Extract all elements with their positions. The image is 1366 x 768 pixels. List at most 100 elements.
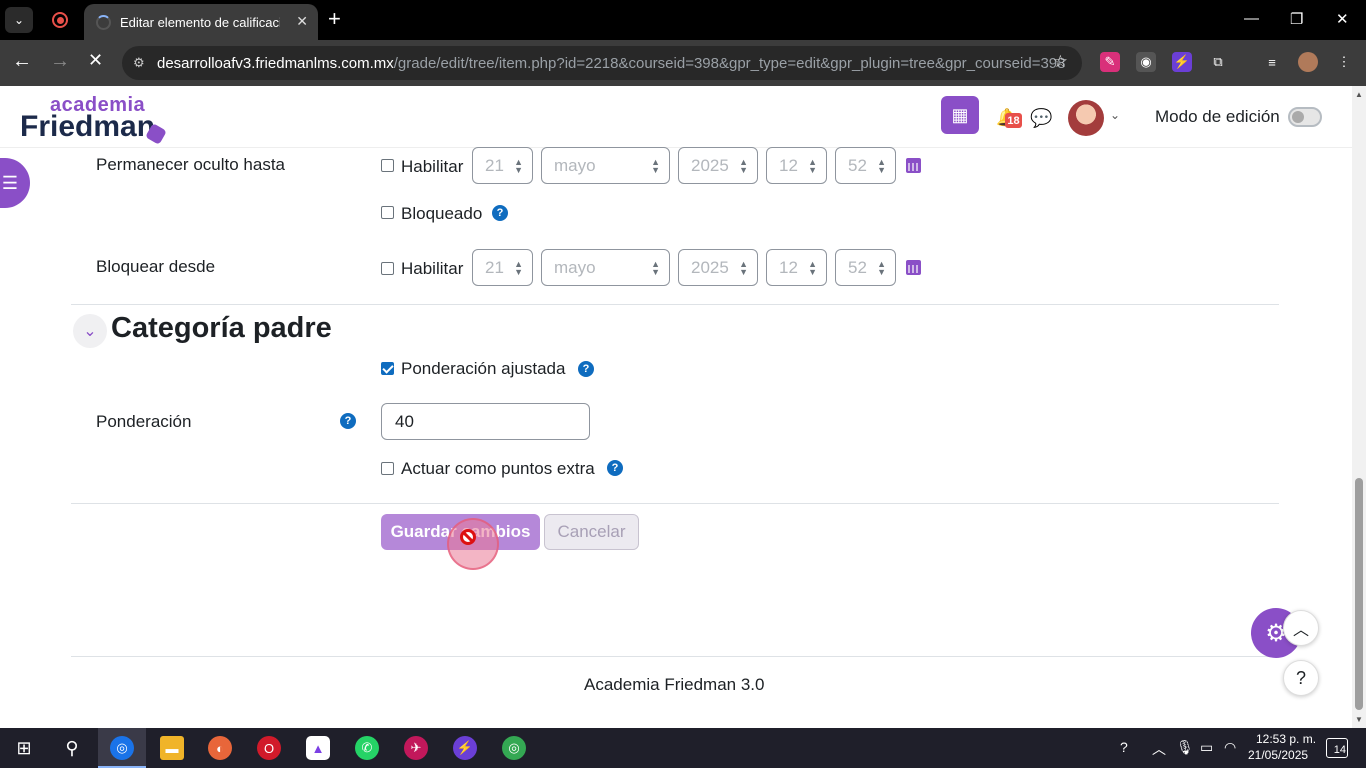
footer-text: Academia Friedman 3.0 — [584, 675, 765, 694]
help-icon[interactable]: ? — [607, 460, 623, 476]
site-logo[interactable]: academia Friedman — [20, 94, 180, 145]
select-value: 2025 — [691, 155, 729, 175]
clickup-icon[interactable]: ▲ — [306, 736, 330, 760]
bolt-app-icon[interactable]: ⚡ — [453, 736, 477, 760]
select-value: mayo — [554, 257, 596, 277]
section-title[interactable]: Categoría padre — [111, 312, 332, 345]
clock-time[interactable]: 12:53 p. m. — [1256, 732, 1316, 746]
chrome-icon[interactable]: ◎ — [110, 736, 134, 760]
url-path: /grade/edit/tree/item.php?id=2218&course… — [393, 54, 1066, 72]
scrollbar-thumb[interactable] — [1355, 478, 1363, 710]
user-avatar[interactable] — [1068, 100, 1104, 136]
hidden-until-hour-select[interactable]: 12 ▲ ▼ — [766, 147, 827, 184]
not-allowed-cursor-icon — [460, 529, 476, 545]
select-arrows-icon: ▲ ▼ — [877, 259, 886, 277]
cancel-button[interactable]: Cancelar — [544, 514, 639, 550]
hidden-until-month-select[interactable]: mayo ▲ ▼ — [541, 147, 670, 184]
lock-after-day-select[interactable]: 21 ▲ ▼ — [472, 249, 533, 286]
back-icon[interactable]: ← — [12, 50, 32, 73]
windows-start-icon[interactable]: ⊞ — [12, 736, 36, 760]
help-button[interactable]: ? — [1283, 660, 1319, 696]
edit-mode-toggle[interactable] — [1288, 107, 1322, 127]
weight-label: Ponderación — [96, 412, 192, 431]
site-header: academia Friedman ▦ 🔔 18 💬 ⌄ Modo de edi… — [0, 86, 1352, 148]
forward-icon[interactable]: → — [50, 50, 70, 73]
url-host: desarrolloafv3.friedmanlms.com.mx — [157, 54, 394, 72]
file-explorer-icon[interactable]: ▬ — [160, 736, 184, 760]
new-tab-icon[interactable]: + — [328, 8, 341, 30]
bookmark-star-icon[interactable]: ☆ — [1053, 52, 1068, 72]
chevron-up-icon[interactable]: ︿ — [1152, 739, 1166, 759]
chat-icon[interactable]: 💬 — [1030, 108, 1052, 129]
select-arrows-icon: ▲ ▼ — [514, 157, 523, 175]
search-icon[interactable]: ⚲ — [60, 736, 84, 760]
notification-center-icon[interactable]: 14 — [1326, 738, 1348, 758]
browser-menu-icon[interactable]: ⋮ — [1334, 52, 1354, 72]
calendar-icon[interactable] — [906, 158, 921, 173]
lock-after-enable-checkbox[interactable] — [381, 262, 394, 275]
section-divider — [71, 304, 1279, 305]
stop-loading-icon[interactable]: ✕ — [88, 50, 103, 71]
hidden-until-enable-checkbox[interactable] — [381, 159, 394, 172]
hidden-until-day-select[interactable]: 21 ▲ ▼ — [472, 147, 533, 184]
hidden-until-year-select[interactable]: 2025 ▲ ▼ — [678, 147, 758, 184]
adjusted-weight-checkbox[interactable] — [381, 362, 394, 375]
weight-input[interactable]: 40 — [381, 403, 590, 440]
record-icon[interactable] — [52, 12, 68, 28]
select-value: 2025 — [691, 257, 729, 277]
select-value: 52 — [848, 257, 867, 277]
clock-date[interactable]: 21/05/2025 — [1248, 748, 1308, 762]
tab-search-icon[interactable]: ⌄ — [5, 7, 33, 33]
minimize-icon[interactable]: — — [1244, 10, 1259, 27]
help-icon[interactable]: ? — [340, 413, 356, 429]
lock-after-month-select[interactable]: mayo ▲ ▼ — [541, 249, 670, 286]
chevron-up-icon: ︿ — [1292, 622, 1309, 639]
windows-taskbar: ⊞ ⚲ ◎ ▬ ◐ O ▲ ✆ ✈ ⚡ ◎ ? ︿ 🎙 ▭ ◠ 12:53 p.… — [0, 728, 1366, 768]
lock-after-hour-select[interactable]: 12 ▲ ▼ — [766, 249, 827, 286]
bolt-extension-icon[interactable]: ⚡ — [1172, 52, 1192, 72]
select-arrows-icon: ▲ ▼ — [808, 157, 817, 175]
microphone-icon[interactable]: 🎙 — [1176, 739, 1194, 756]
extension-icon[interactable]: ✎ — [1100, 52, 1120, 72]
extra-credit-checkbox[interactable] — [381, 462, 394, 475]
media-control-icon[interactable]: ≡ — [1262, 52, 1282, 72]
site-info-icon[interactable]: ⚙ — [133, 55, 145, 71]
grid-icon: ▦ — [951, 104, 969, 125]
loading-spinner-icon — [96, 15, 111, 30]
select-value: 12 — [779, 257, 798, 277]
scroll-to-top-button[interactable]: ︿ — [1283, 610, 1319, 646]
profile-icon[interactable] — [1298, 52, 1318, 72]
question-icon: ? — [1295, 667, 1306, 688]
help-icon[interactable]: ? — [578, 361, 594, 377]
apps-grid-button[interactable]: ▦ — [941, 96, 979, 134]
scroll-up-arrow-icon[interactable]: ▲ — [1355, 90, 1363, 99]
help-tray-icon[interactable]: ? — [1120, 739, 1128, 755]
scroll-down-arrow-icon[interactable]: ▼ — [1355, 715, 1363, 724]
browser-tab-active[interactable]: Editar elemento de calificación ✕ — [84, 4, 318, 40]
page-scrollbar[interactable]: ▲ ▼ — [1352, 86, 1366, 728]
section-collapse-button[interactable]: ⌄ — [73, 314, 107, 348]
locked-checkbox[interactable] — [381, 206, 394, 219]
course-index-drawer-toggle[interactable]: ☰ — [0, 158, 30, 208]
wifi-icon[interactable]: ◠ — [1224, 739, 1236, 756]
tab-close-icon[interactable]: ✕ — [296, 13, 308, 30]
chevron-down-icon[interactable]: ⌄ — [1110, 108, 1120, 122]
app-icon[interactable]: ✈ — [404, 736, 428, 760]
hidden-until-minute-select[interactable]: 52 ▲ ▼ — [835, 147, 896, 184]
address-bar[interactable]: ⚙ desarrolloafv3.friedmanlms.com.mx/grad… — [122, 46, 1082, 80]
restore-icon[interactable]: ❐ — [1290, 10, 1303, 28]
camera-extension-icon[interactable]: ◉ — [1136, 52, 1156, 72]
firefox-icon[interactable]: ◐ — [208, 736, 232, 760]
whatsapp-icon[interactable]: ✆ — [355, 736, 379, 760]
network-icon[interactable]: ▭ — [1200, 739, 1213, 756]
calendar-icon[interactable] — [906, 260, 921, 275]
opera-icon[interactable]: O — [257, 736, 281, 760]
chrome-alt-icon[interactable]: ◎ — [502, 736, 526, 760]
lock-after-year-select[interactable]: 2025 ▲ ▼ — [678, 249, 758, 286]
extensions-puzzle-icon[interactable]: ⧉ — [1208, 52, 1228, 72]
list-icon: ☰ — [1, 172, 18, 193]
help-icon[interactable]: ? — [492, 205, 508, 221]
hidden-until-label: Permanecer oculto hasta — [96, 155, 285, 174]
close-window-icon[interactable]: ✕ — [1336, 10, 1349, 28]
lock-after-minute-select[interactable]: 52 ▲ ▼ — [835, 249, 896, 286]
